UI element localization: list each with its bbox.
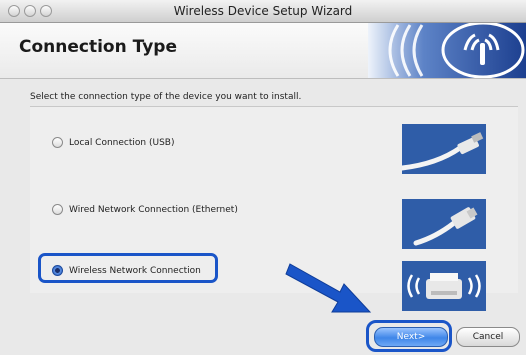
cancel-button[interactable]: Cancel (456, 327, 520, 347)
option-label: Wireless Network Connection (69, 265, 201, 276)
pointer-arrow-icon (285, 263, 372, 313)
radio-usb[interactable] (52, 137, 63, 148)
option-usb[interactable]: Local Connection (USB) (52, 137, 174, 148)
page-title: Connection Type (19, 37, 177, 57)
option-label: Wired Network Connection (Ethernet) (69, 204, 238, 215)
instruction-text: Select the connection type of the device… (30, 92, 302, 102)
usb-cable-icon (402, 124, 486, 174)
radio-wireless[interactable] (52, 265, 63, 276)
wizard-window: Wireless Device Setup Wizard Connection … (0, 0, 526, 355)
next-button[interactable]: Next> (374, 327, 448, 347)
wireless-printer-icon (402, 261, 486, 311)
wireless-logo-icon (368, 23, 526, 78)
ethernet-cable-icon (402, 199, 486, 249)
option-wireless[interactable]: Wireless Network Connection (52, 265, 201, 276)
radio-ethernet[interactable] (52, 204, 63, 215)
header-band: Connection Type (0, 23, 526, 79)
title-bar[interactable]: Wireless Device Setup Wizard (0, 0, 526, 23)
option-label: Local Connection (USB) (69, 137, 175, 148)
window-title: Wireless Device Setup Wizard (173, 4, 353, 18)
option-ethernet[interactable]: Wired Network Connection (Ethernet) (52, 204, 238, 215)
